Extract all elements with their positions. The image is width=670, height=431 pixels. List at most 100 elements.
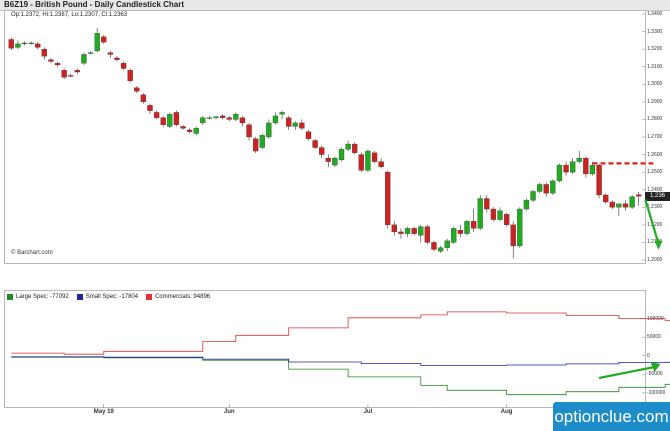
candle-body (252, 138, 259, 152)
candle-body (15, 43, 21, 48)
candle-body (616, 203, 622, 208)
candle-body (114, 57, 120, 60)
candle-body (398, 231, 404, 234)
candle-body (292, 122, 298, 127)
chart-canvas (8, 13, 670, 408)
candle-body (48, 59, 54, 62)
candle-body (358, 154, 364, 171)
candle-body (305, 131, 312, 139)
candle-body (629, 196, 635, 208)
candle-body (81, 54, 87, 64)
candle-body (160, 117, 166, 125)
candle-body (266, 122, 272, 138)
candle-body (54, 63, 61, 66)
candle-body (272, 115, 279, 124)
candle-body (140, 94, 147, 103)
candle-body (517, 208, 523, 247)
candle-body (609, 201, 615, 208)
cot-series-line (11, 311, 670, 355)
candle-body (239, 117, 246, 124)
candle-body (523, 200, 530, 210)
candle-body (530, 191, 536, 201)
candle-body (74, 70, 81, 73)
candle-body (345, 143, 351, 150)
candle-body (332, 157, 338, 166)
candle-body (437, 247, 444, 252)
candle-body (28, 42, 34, 45)
candle-body (200, 117, 206, 124)
candle-body (186, 129, 193, 132)
candle-body (338, 149, 345, 160)
candle-body (622, 203, 629, 208)
candle-body (569, 161, 576, 173)
candle-body (101, 36, 107, 43)
candle-body (596, 164, 602, 196)
candle-body (279, 112, 285, 115)
candle-body (299, 122, 305, 129)
candle-body (424, 226, 431, 243)
watermark-logo: optionclue.com (553, 402, 670, 431)
candle-body (226, 117, 232, 120)
candle-body (411, 228, 417, 234)
candle-body (378, 161, 384, 168)
candle-body (213, 116, 219, 118)
candle-body (352, 143, 358, 153)
candle-body (35, 43, 41, 48)
candle-body (180, 126, 186, 129)
candle-body (391, 224, 398, 233)
candle-body (550, 180, 556, 194)
candle-body (484, 198, 490, 210)
candle-body (444, 240, 450, 248)
candle-body (153, 112, 160, 118)
candle-body (365, 150, 371, 171)
candle-body (127, 70, 133, 81)
candle-body (94, 33, 100, 52)
candle-body (193, 128, 199, 134)
candle-body (576, 157, 582, 162)
candle-body (319, 147, 325, 155)
candle-body (603, 194, 609, 203)
candle-body (246, 124, 252, 138)
down-arrow-head (654, 240, 663, 250)
candle-body (556, 164, 563, 182)
candle-body (173, 112, 180, 125)
candle-body (312, 140, 318, 148)
candle-body (470, 221, 477, 229)
candle-body (41, 48, 47, 57)
candle-body (68, 75, 74, 77)
candle-body (563, 164, 569, 173)
candle-body (107, 52, 114, 55)
cot-series-line (11, 356, 670, 396)
up-arrow-shaft (598, 365, 655, 380)
candle-body (259, 135, 265, 148)
candle-body (286, 117, 292, 127)
candle-body (510, 224, 516, 247)
candle-body (134, 87, 140, 92)
candle-body (497, 210, 503, 220)
candle-body (21, 42, 28, 45)
candle-body (233, 114, 239, 120)
candle-body (385, 171, 391, 226)
candle-body (87, 52, 94, 54)
candle-body (543, 184, 549, 194)
candle-body (457, 229, 464, 234)
candle-body (404, 228, 411, 234)
candle-body (536, 184, 543, 192)
candle-body (589, 164, 596, 175)
candle-body (464, 221, 470, 234)
candle-body (325, 157, 331, 162)
candle-body (490, 208, 497, 220)
candle-body (503, 214, 510, 226)
down-arrow-shaft (644, 199, 660, 245)
candle-body (477, 198, 483, 229)
candle-body (167, 114, 173, 127)
candle-body (451, 228, 457, 243)
candle-body (120, 63, 127, 69)
candle-body (636, 194, 642, 197)
candle-body (431, 242, 437, 250)
candle-body (583, 157, 589, 175)
candle-body (219, 115, 226, 118)
candle-body (371, 152, 378, 162)
candle-body (61, 70, 67, 78)
candle-body (8, 39, 14, 49)
